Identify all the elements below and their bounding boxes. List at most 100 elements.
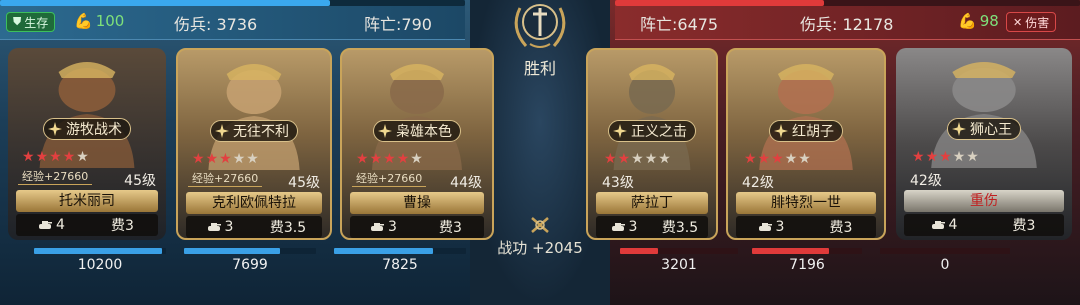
troop-type-count: 3 [224, 219, 234, 235]
star-filled-icon: ★ [604, 151, 618, 167]
skill-name: 正义之击 [631, 124, 687, 140]
general-level: 45级 [288, 175, 320, 191]
star-filled-icon: ★ [617, 151, 632, 167]
troop-bar-fill [752, 248, 829, 254]
damage-badge: ✕ 伤害 [1006, 12, 1057, 32]
general-stats: 4 费3 [16, 214, 158, 236]
general-cost: 费3 [439, 220, 462, 236]
star-empty-icon: ★ [246, 151, 260, 167]
star-filled-icon: ★ [35, 149, 50, 165]
general-stats: 3 费3 [350, 216, 484, 238]
star-filled-icon: ★ [62, 149, 77, 165]
troop-type-count: 3 [775, 219, 785, 235]
merit-panel: 战功 +2045 [478, 215, 602, 258]
ally-hp-fill [0, 0, 331, 6]
star-empty-icon: ★ [952, 149, 967, 165]
skill-badge[interactable]: 正义之击 [608, 120, 696, 142]
battle-result: 胜利 [523, 59, 556, 78]
ally-wounded: 伤兵: 3736 [174, 15, 258, 34]
left-general-card-2[interactable]: 无往不利 ★★★★★ 经验+27660 45级 克利欧佩特拉 3 费3.5 [176, 48, 332, 240]
general-stats: 3 费3.5 [596, 216, 708, 238]
general-level: 45级 [124, 173, 156, 189]
star-filled-icon: ★ [757, 151, 772, 167]
star-filled-icon: ★ [744, 151, 758, 167]
troop-type-count: 3 [628, 219, 638, 235]
troop-bar-fill [620, 248, 658, 254]
general-cost: 费3 [111, 218, 134, 234]
general-name: 萨拉丁 [596, 192, 708, 214]
star-empty-icon: ★ [798, 151, 812, 167]
skill-badge[interactable]: 狮心王 [947, 118, 1021, 140]
skill-badge[interactable]: 红胡子 [769, 120, 843, 142]
tank-icon [931, 221, 945, 229]
star-empty-icon: ★ [232, 151, 247, 167]
general-name: 曹操 [350, 192, 484, 214]
star-empty-icon: ★ [658, 151, 672, 167]
general-name: 托米丽司 [16, 190, 158, 212]
troop-bar-fill [34, 248, 163, 254]
general-stats: 4 费3 [904, 214, 1064, 236]
general-cost: 费3 [1012, 218, 1036, 234]
troop-bar-fill [184, 248, 281, 254]
general-level: 43级 [602, 175, 634, 191]
general-level: 44级 [450, 175, 482, 191]
survive-label: 生存 [24, 15, 49, 30]
skill-badge[interactable]: 枭雄本色 [373, 120, 461, 142]
general-name: 克利欧佩特拉 [186, 192, 322, 214]
enemy-wounded: 伤兵: 12178 [800, 15, 894, 34]
troop-count: 7699 [232, 257, 268, 273]
compass-star-icon [378, 124, 392, 138]
battle-report: ⛊ 生存 💪 100 伤兵: 3736 阵亡:790 阵亡:6475 伤兵: 1… [0, 0, 1080, 305]
left-general-card-1[interactable]: 游牧战术 ★★★★★ 经验+27660 45级 托米丽司 4 费3 [8, 48, 166, 240]
star-empty-icon: ★ [76, 149, 90, 165]
enemy-hp-fill [615, 0, 825, 6]
skill-name: 游牧战术 [66, 122, 122, 138]
star-filled-icon: ★ [369, 151, 384, 167]
general-stats: 3 费3 [736, 216, 876, 238]
star-filled-icon: ★ [771, 151, 785, 167]
star-rating: ★★★★★ [192, 151, 260, 167]
general-name: 腓特烈一世 [736, 192, 876, 214]
tank-icon [39, 221, 53, 229]
star-rating: ★★★★★ [604, 151, 672, 167]
ally-dead: 阵亡:790 [364, 15, 432, 34]
ally-capacity-value: 100 [95, 12, 125, 30]
star-filled-icon: ★ [205, 151, 220, 167]
crossed-swords-icon [531, 217, 549, 233]
general-cost: 费3 [829, 220, 853, 236]
compass-star-icon [215, 124, 229, 138]
left-general-card-3[interactable]: 枭雄本色 ★★★★★ 经验+27660 44级 曹操 3 费3 [340, 48, 494, 240]
exp-gain: 经验+27660 [18, 168, 93, 185]
star-rating: ★★★★★ [22, 149, 90, 165]
damage-label: 伤害 [1025, 15, 1050, 30]
star-filled-icon: ★ [912, 149, 926, 165]
skill-badge[interactable]: 无往不利 [210, 120, 298, 142]
right-general-card-3[interactable]: 狮心王 ★★★★★ 42级 重伤 4 费3 [896, 48, 1072, 240]
exp-gain: 经验+27660 [352, 170, 427, 187]
star-empty-icon: ★ [784, 151, 799, 167]
troop-count: 0 [940, 257, 950, 273]
right-general-card-1[interactable]: 正义之击 ★★★★★ 43级 萨拉丁 3 费3.5 [586, 48, 718, 240]
troop-count: 7825 [382, 257, 418, 273]
general-name: 重伤 [904, 190, 1064, 212]
general-level: 42级 [910, 173, 942, 189]
exp-gain: 经验+27660 [188, 170, 263, 187]
tank-icon [207, 223, 221, 231]
tank-icon [758, 223, 772, 231]
troop-bar-fill [334, 248, 433, 254]
compass-star-icon [613, 124, 627, 138]
star-empty-icon: ★ [631, 151, 645, 167]
enemy-dead: 阵亡:6475 [640, 15, 719, 34]
laurel-sword-icon [514, 4, 566, 48]
star-rating: ★★★★★ [356, 151, 424, 167]
skill-name: 狮心王 [970, 122, 1012, 138]
shield-icon: ⛊ [13, 15, 22, 28]
strength-icon: 💪 [74, 12, 93, 30]
right-general-card-2[interactable]: 红胡子 ★★★★★ 42级 腓特烈一世 3 费3 [726, 48, 886, 240]
skill-name: 红胡子 [792, 124, 834, 140]
ally-capacity: 💪 100 [74, 12, 124, 30]
enemy-capacity-value: 98 [979, 12, 999, 30]
enemy-capacity: 💪 98 [958, 12, 999, 30]
skill-badge[interactable]: 游牧战术 [43, 118, 131, 140]
star-empty-icon: ★ [966, 149, 980, 165]
